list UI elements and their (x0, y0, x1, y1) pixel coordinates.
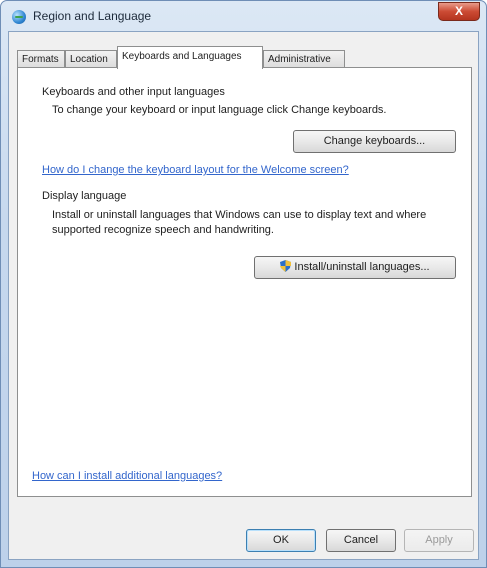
keyboards-heading: Keyboards and other input languages (42, 86, 225, 98)
tab-administrative[interactable]: Administrative (263, 50, 345, 68)
window-title: Region and Language (33, 9, 152, 23)
keyboards-description: To change your keyboard or input languag… (52, 104, 387, 116)
display-language-heading: Display language (42, 190, 127, 202)
tab-formats[interactable]: Formats (17, 50, 65, 68)
display-language-description: Install or uninstall languages that Wind… (52, 209, 427, 236)
ok-button[interactable]: OK (246, 529, 316, 552)
tab-keyboards-and-languages[interactable]: Keyboards and Languages (117, 46, 263, 69)
dialog-body: Formats Location Keyboards and Languages… (8, 31, 479, 560)
tab-panel: Keyboards and other input languages To c… (17, 67, 472, 497)
tab-location[interactable]: Location (65, 50, 117, 68)
uac-shield-icon (280, 260, 292, 272)
globe-icon (12, 10, 26, 24)
title-bar[interactable]: Region and Language X (1, 1, 486, 31)
close-button[interactable]: X (438, 2, 480, 21)
install-additional-languages-link[interactable]: How can I install additional languages? (32, 470, 222, 482)
install-uninstall-languages-button[interactable]: Install/uninstall languages... (254, 256, 456, 279)
welcome-screen-keyboard-link[interactable]: How do I change the keyboard layout for … (42, 164, 349, 176)
install-uninstall-languages-label: Install/uninstall languages... (294, 261, 430, 273)
apply-button[interactable]: Apply (404, 529, 474, 552)
cancel-button[interactable]: Cancel (326, 529, 396, 552)
change-keyboards-button[interactable]: Change keyboards... (293, 130, 456, 153)
tab-strip: Formats Location Keyboards and Languages… (17, 46, 470, 69)
region-language-window: Region and Language X Formats Location K… (0, 0, 487, 568)
